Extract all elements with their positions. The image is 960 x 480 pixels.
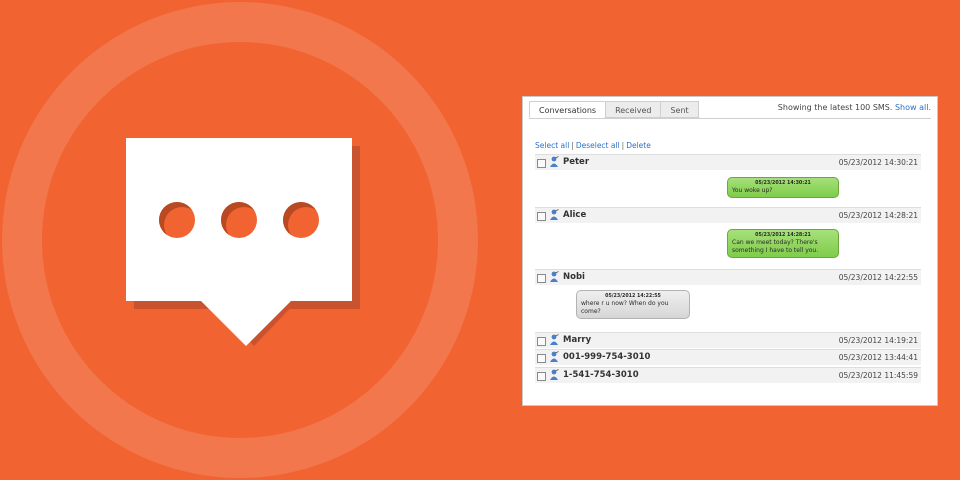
showing-text: Showing the latest 100 SMS. xyxy=(777,103,893,112)
ellipsis-dot xyxy=(221,202,257,238)
sms-manager-panel: Conversations Received Sent Showing the … xyxy=(522,96,938,406)
conversation-date: 05/23/2012 14:28:21 xyxy=(838,211,918,220)
row-checkbox[interactable] xyxy=(537,354,546,363)
showing-status: Showing the latest 100 SMS. Show all. xyxy=(778,103,931,112)
speech-bubble-ellipsis-icon xyxy=(126,138,366,348)
sent-message-bubble: 05/23/2012 14:30:21 You woke up? xyxy=(727,177,839,198)
conversation-row-number-2[interactable]: 1-541-754-3010 05/23/2012 11:45:59 xyxy=(535,367,921,383)
contact-person-icon xyxy=(550,209,559,220)
row-checkbox[interactable] xyxy=(537,212,546,221)
conversation-date: 05/23/2012 14:19:21 xyxy=(838,336,918,345)
contact-name: 1-541-754-3010 xyxy=(563,370,639,380)
conversation-row-alice[interactable]: Alice 05/23/2012 14:28:21 xyxy=(535,207,921,223)
contact-person-icon xyxy=(550,271,559,282)
tab-sent[interactable]: Sent xyxy=(660,101,699,118)
conversation-row-number-1[interactable]: 001-999-754-3010 05/23/2012 13:44:41 xyxy=(535,349,921,365)
contact-person-icon xyxy=(550,156,559,167)
contact-person-icon xyxy=(550,351,559,362)
message-timestamp: 05/23/2012 14:22:55 xyxy=(605,294,661,299)
delete-link[interactable]: Delete xyxy=(626,141,651,150)
contact-person-icon xyxy=(550,369,559,380)
ellipsis-dot xyxy=(159,202,195,238)
conversation-date: 05/23/2012 14:30:21 xyxy=(838,158,918,167)
sent-message-bubble: 05/23/2012 14:28:21 Can we meet today? T… xyxy=(727,229,839,258)
deselect-all-link[interactable]: Deselect all xyxy=(576,141,620,150)
contact-name: Marry xyxy=(563,335,592,345)
bubble-tail xyxy=(200,300,292,346)
conversation-row-nobi[interactable]: Nobi 05/23/2012 14:22:55 xyxy=(535,269,921,285)
select-all-link[interactable]: Select all xyxy=(535,141,569,150)
tab-received[interactable]: Received xyxy=(605,101,662,118)
bulk-actions: Select all | Deselect all | Delete xyxy=(535,141,651,150)
row-checkbox[interactable] xyxy=(537,337,546,346)
message-text: where r u now? When do you come? xyxy=(581,300,669,315)
received-message-bubble: 05/23/2012 14:22:55 where r u now? When … xyxy=(576,290,690,319)
conversation-date: 05/23/2012 11:45:59 xyxy=(838,371,918,380)
row-checkbox[interactable] xyxy=(537,159,546,168)
contact-name: Nobi xyxy=(563,272,585,282)
conversation-date: 05/23/2012 13:44:41 xyxy=(838,353,918,362)
tab-conversations[interactable]: Conversations xyxy=(529,101,607,118)
message-text: Can we meet today? There's something I h… xyxy=(732,239,819,254)
message-timestamp: 05/23/2012 14:28:21 xyxy=(755,233,811,238)
contact-person-icon xyxy=(550,334,559,345)
show-all-link[interactable]: Show all. xyxy=(895,103,931,112)
ellipsis-dot xyxy=(283,202,319,238)
bubble-body xyxy=(126,138,352,301)
tab-divider xyxy=(529,118,931,119)
conversation-date: 05/23/2012 14:22:55 xyxy=(838,273,918,282)
message-timestamp: 05/23/2012 14:30:21 xyxy=(755,181,811,186)
row-checkbox[interactable] xyxy=(537,274,546,283)
tab-bar: Conversations Received Sent xyxy=(529,101,699,119)
contact-name: Peter xyxy=(563,157,590,167)
contact-name: Alice xyxy=(563,210,587,220)
row-checkbox[interactable] xyxy=(537,372,546,381)
conversation-row-marry[interactable]: Marry 05/23/2012 14:19:21 xyxy=(535,332,921,348)
message-text: You woke up? xyxy=(732,187,773,194)
conversation-row-peter[interactable]: Peter 05/23/2012 14:30:21 xyxy=(535,154,921,170)
contact-name: 001-999-754-3010 xyxy=(563,352,651,362)
